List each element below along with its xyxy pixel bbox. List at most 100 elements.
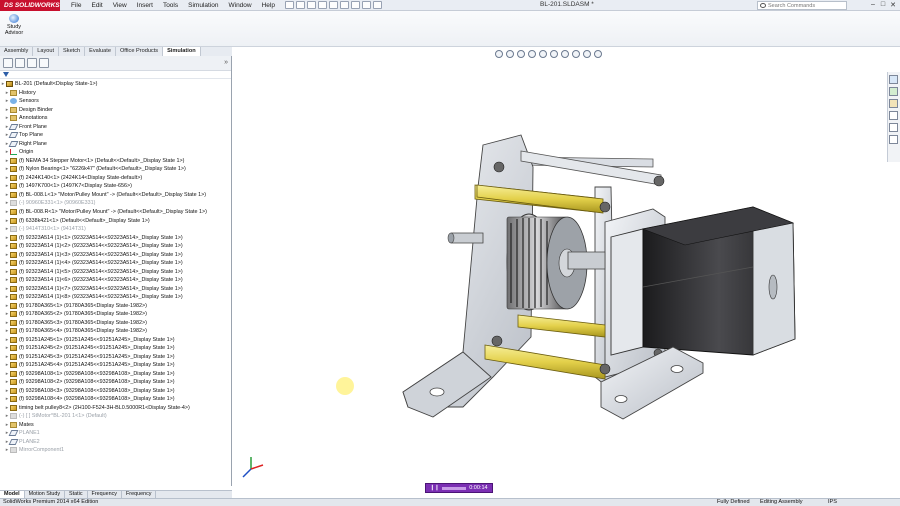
tree-item[interactable]: ▸ History xyxy=(0,89,231,98)
tree-filter[interactable] xyxy=(0,71,231,79)
menu-file[interactable]: File xyxy=(66,2,86,9)
tree-item[interactable]: ▸ (f) 2424K140<1> (2424K14<Display State-… xyxy=(0,174,231,183)
tree-item[interactable]: ▸ (f) 92323A514 (1)<4> (92323A514<<92323A… xyxy=(0,259,231,268)
tab-simulation[interactable]: Simulation xyxy=(163,47,201,56)
tree-item[interactable]: ▸ (f) 92323A514 (1)<5> (92323A514<<92323A… xyxy=(0,267,231,276)
tree-item[interactable]: ▸ (f) 93298A108<1> (93298A108<<93298A108>… xyxy=(0,370,231,379)
file-explorer-icon[interactable] xyxy=(889,99,898,108)
open-folder-icon[interactable] xyxy=(295,1,305,9)
tree-item[interactable]: ▸ timing belt pulley8<2> (2H100-F524-3H-B… xyxy=(0,404,231,413)
tab-frequency-1[interactable]: Frequency xyxy=(88,491,122,498)
tab-assembly[interactable]: Assembly xyxy=(0,47,34,56)
tab-static[interactable]: Static xyxy=(65,491,88,498)
search-commands-input[interactable]: Search Commands xyxy=(757,1,847,10)
tree-item[interactable]: ▸ PLANE1 xyxy=(0,429,231,438)
tree-item[interactable]: ▸ (f) 91251A245<4> (91251A245<<91251A245>… xyxy=(0,361,231,370)
tree-item[interactable]: ▸ (f) 91780A365<1> (91780A365<Display Sta… xyxy=(0,301,231,310)
tree-item[interactable]: ▸ (f) 91251A245<1> (91251A245<<91251A245>… xyxy=(0,335,231,344)
part-icon xyxy=(10,285,17,292)
options-gear-icon[interactable] xyxy=(372,1,382,9)
tree-item[interactable]: ▸ Origin xyxy=(0,148,231,157)
tree-item[interactable]: ▸ (-) 90960E331<1> (90960E331) xyxy=(0,199,231,208)
graphics-area[interactable] xyxy=(233,47,887,496)
tree-item[interactable]: ▸ (f) 91780A365<3> (91780A365<Display Sta… xyxy=(0,318,231,327)
tree-item[interactable]: ▸ (f) 92323A514 (1)<2> (92323A514<<92323A… xyxy=(0,242,231,251)
menu-simulation[interactable]: Simulation xyxy=(183,2,223,9)
tree-item[interactable]: ▸ Top Plane xyxy=(0,131,231,140)
menu-window[interactable]: Window xyxy=(223,2,256,9)
tree-item[interactable]: ▸ (f) 92323A514 (1)<6> (92323A514<<92323A… xyxy=(0,276,231,285)
view-palette-icon[interactable] xyxy=(889,111,898,120)
tree-item[interactable]: ▸ (f) 91251A245<3> (91251A245<<91251A245>… xyxy=(0,353,231,362)
select-arrow-icon[interactable] xyxy=(339,1,349,9)
study-advisor-label: Study Advisor xyxy=(4,24,24,36)
menu-tools[interactable]: Tools xyxy=(158,2,183,9)
tree-item[interactable]: ▸ BL-201 (Default<Display State-1>) xyxy=(0,80,231,89)
part-icon xyxy=(10,294,17,301)
file-properties-icon[interactable] xyxy=(361,1,371,9)
tree-item[interactable]: ▸ (-) 9414T310<1> (9414T31) xyxy=(0,225,231,234)
tree-item[interactable]: ▸ (f) BL-008.R<1> "Motor/Pulley Mount" ->… xyxy=(0,208,231,217)
undo-icon[interactable] xyxy=(328,1,338,9)
tree-item[interactable]: ▸ PLANE2 xyxy=(0,438,231,447)
tab-office-products[interactable]: Office Products xyxy=(116,47,164,56)
rebuild-icon[interactable] xyxy=(350,1,360,9)
tree-item[interactable]: ▸ (f) 91780A365<2> (91780A365<Display Sta… xyxy=(0,310,231,319)
study-advisor-button[interactable]: Study Advisor xyxy=(3,14,25,36)
menu-insert[interactable]: Insert xyxy=(132,2,158,9)
tree-item[interactable]: ▸ Front Plane xyxy=(0,123,231,132)
tree-item[interactable]: ▸ Right Plane xyxy=(0,140,231,149)
playback-progress[interactable] xyxy=(442,486,467,490)
stepper-motor-assembly-model[interactable] xyxy=(233,47,887,496)
tab-model[interactable]: Model xyxy=(0,491,25,498)
custom-properties-icon[interactable] xyxy=(889,135,898,144)
tree-item[interactable]: ▸ (f) NEMA 34 Stepper Motor<1> (Default<<… xyxy=(0,157,231,166)
tree-item[interactable]: ▸ Annotations xyxy=(0,114,231,123)
print-icon[interactable] xyxy=(317,1,327,9)
tree-item[interactable]: ▸ (f) 92323A514 (1)<3> (92323A514<<92323A… xyxy=(0,250,231,259)
tree-item[interactable]: ▸ Design Binder xyxy=(0,106,231,115)
menu-view[interactable]: View xyxy=(108,2,132,9)
close-button[interactable]: ✕ xyxy=(888,1,898,9)
tree-item[interactable]: ▸ (f) 92323A514 (1)<7> (92323A514<<92323A… xyxy=(0,284,231,293)
tree-item[interactable]: ▸ Sensors xyxy=(0,97,231,106)
tree-item[interactable]: ▸ (f) 93298A108<3> (93298A108<<93298A108>… xyxy=(0,387,231,396)
pause-icon[interactable]: ❙❙ xyxy=(430,485,439,491)
configuration-manager-icon[interactable] xyxy=(27,58,37,68)
tab-frequency-2[interactable]: Frequency xyxy=(122,491,157,498)
tree-item[interactable]: ▸ MirrorComponent1 xyxy=(0,446,231,455)
tree-item[interactable]: ▸ (f) 92323A514 (1)<1> (92323A514<<92323A… xyxy=(0,233,231,242)
tree-item[interactable]: ▸ (f) 92323A514 (1)<8> (92323A514<<92323A… xyxy=(0,293,231,302)
tree-item[interactable]: ▸ (f) 91780A365<4> (91780A365<Display Sta… xyxy=(0,327,231,336)
menu-edit[interactable]: Edit xyxy=(86,2,107,9)
restore-button[interactable]: □ xyxy=(878,1,888,9)
tree-item[interactable]: ▸ (f) 6338k421<1> (Default<<Default>_Disp… xyxy=(0,216,231,225)
appearances-scenes-icon[interactable] xyxy=(889,123,898,132)
menu-help[interactable]: Help xyxy=(257,2,280,9)
tree-item[interactable]: ▸ (f) 93298A108<2> (93298A108<<93298A108>… xyxy=(0,378,231,387)
tree-item[interactable]: ▸ (f) 91251A245<2> (91251A245<<91251A245>… xyxy=(0,344,231,353)
tree-item[interactable]: ▸ (-) [ ] StMotor^BL-201 1<1> (Default) xyxy=(0,412,231,421)
property-manager-icon[interactable] xyxy=(15,58,25,68)
tree-item[interactable]: ▸ Mates xyxy=(0,421,231,430)
tab-layout[interactable]: Layout xyxy=(33,47,60,56)
design-library-icon[interactable] xyxy=(889,87,898,96)
tree-item-label: (f) 93298A108<1> (93298A108<<93298A108>_… xyxy=(19,370,175,377)
tree-item[interactable]: ▸ (f) 93298A108<4> (93298A108<<93298A108>… xyxy=(0,395,231,404)
solidworks-resources-icon[interactable] xyxy=(889,75,898,84)
tree-item[interactable]: ▸ (f) BL-008.L<1> "Motor/Pulley Mount" ->… xyxy=(0,191,231,200)
tab-sketch[interactable]: Sketch xyxy=(59,47,86,56)
tree-item[interactable]: ▸ (f) 1497K700<1> (1497K7<Display State-6… xyxy=(0,182,231,191)
feature-manager-tree-icon[interactable] xyxy=(3,58,13,68)
tab-evaluate[interactable]: Evaluate xyxy=(85,47,116,56)
solidworks-logo[interactable]: DS SOLIDWORKS xyxy=(0,0,60,11)
display-manager-icon[interactable] xyxy=(39,58,49,68)
recording-player-bar[interactable]: ❙❙ 0:00:14 xyxy=(425,483,493,493)
panel-expand-arrow[interactable]: » xyxy=(224,59,228,66)
status-units[interactable]: IPS xyxy=(828,499,837,506)
tab-motion-study[interactable]: Motion Study xyxy=(25,491,66,498)
tree-item[interactable]: ▸ (f) Nylon Bearing<1> "6226k47" (Default… xyxy=(0,165,231,174)
minimize-button[interactable]: – xyxy=(868,1,878,9)
save-icon[interactable] xyxy=(306,1,316,9)
new-document-icon[interactable] xyxy=(284,1,294,9)
